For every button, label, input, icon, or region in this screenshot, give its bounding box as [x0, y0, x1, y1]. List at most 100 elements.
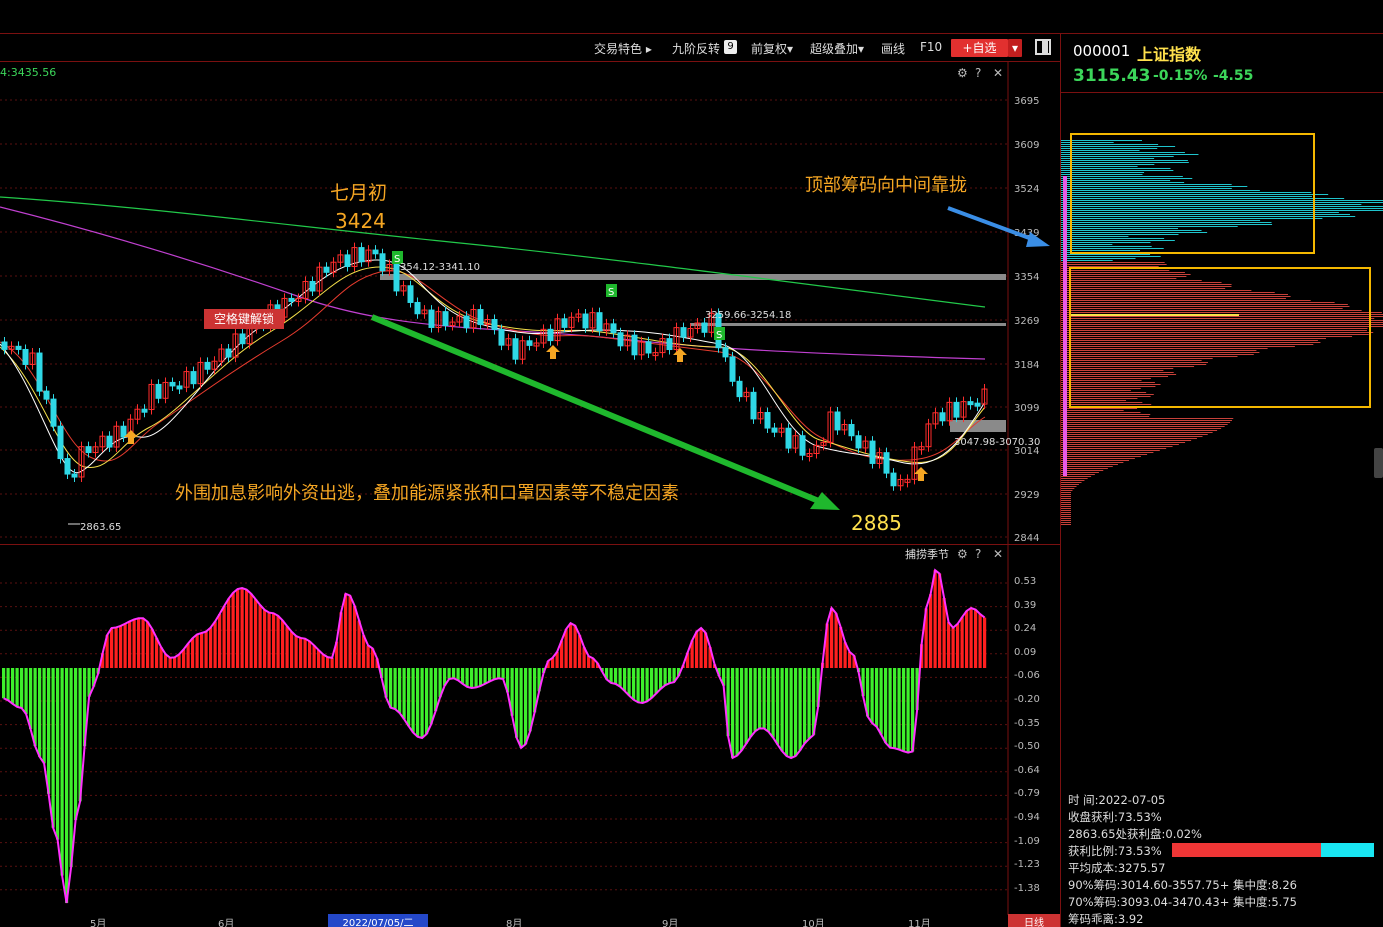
buy-signal-icon [546, 345, 560, 359]
chip-bar [1061, 302, 1335, 303]
chip-bar [1061, 300, 1311, 301]
trade-feature-menu[interactable]: 交易特色 ▸ [594, 40, 652, 57]
chip-bar [1061, 394, 1154, 395]
indicator-tick: -0.64 [1014, 764, 1040, 776]
panel-scroll-handle[interactable] [1374, 448, 1383, 478]
candle [869, 440, 876, 464]
draw-line-button[interactable]: 画线 [881, 40, 905, 57]
add-watchlist-button[interactable]: +自选 [951, 39, 1008, 57]
chip-bar [1061, 466, 1113, 467]
chip-bar [1061, 238, 1165, 239]
chip-bar [1061, 404, 1152, 405]
indicator-bar [411, 668, 415, 733]
indicator-bar [636, 668, 640, 703]
candle [323, 266, 330, 273]
chip-bar [1061, 402, 1143, 403]
price-axis-ticks: 3695 3609 3524 3439 3354 3269 3184 3099 … [1014, 96, 1039, 544]
last-price: 3115.43 [1073, 66, 1151, 86]
candle [645, 341, 652, 354]
price-tick: 3269 [1014, 316, 1039, 327]
chip-bar [1061, 336, 1353, 337]
help-icon: ? [975, 66, 981, 80]
range-label: 3259.66-3254.18 [705, 310, 791, 321]
indicator-bar [137, 618, 141, 668]
indicator-bar [951, 627, 955, 668]
indicator-chart[interactable]: ⚙ ? ✕ 捕捞季节 0.53 0.39 0.24 0.09 -0.06 -0.20 -0.… [0, 544, 1060, 915]
overlay-menu[interactable]: 超级叠加▾ [810, 40, 864, 57]
indicator-bar [695, 631, 699, 668]
indicator-bar [632, 668, 636, 700]
chip-bar [1061, 524, 1071, 525]
chip-bar [1061, 294, 1288, 295]
indicator-bar [488, 668, 492, 682]
f10-button[interactable]: F10 [920, 40, 942, 54]
chip-bar [1061, 286, 1232, 287]
chip-bar [1061, 382, 1155, 383]
chip-distribution-panel: 000001 上证指数 3115.43 -0.15% -4.55 时 间:202… [1060, 34, 1383, 927]
indicator-bar [776, 668, 780, 745]
indicator-bar [321, 654, 325, 668]
indicator-bar [281, 620, 285, 668]
chip-bar [1061, 334, 1369, 335]
indicator-bar [254, 599, 258, 668]
chip-bar [1061, 204, 1362, 205]
indicator-bar [699, 628, 703, 668]
info-deviation: 筹码乖离:3.92 [1068, 912, 1144, 926]
indicator-bar [483, 668, 487, 684]
layout-toggle-icon[interactable] [1035, 39, 1051, 55]
indicator-bar [168, 657, 172, 668]
candle [85, 446, 92, 454]
chip-bar [1061, 452, 1154, 453]
indicator-bar [798, 668, 802, 751]
unlock-button[interactable]: 空格键解锁 [204, 309, 284, 329]
indicator-bar [830, 608, 834, 668]
chip-bar [1061, 218, 1323, 219]
indicator-tick: -0.50 [1014, 741, 1040, 753]
indicator-bar [767, 668, 771, 732]
indicator-line [3, 568, 986, 904]
indicator-tick: 0.39 [1014, 599, 1037, 611]
indicator-bar [794, 668, 798, 757]
indicator-bar [263, 609, 267, 668]
month-label: 8月 [506, 919, 523, 927]
nine-reversal-toggle[interactable]: 九阶反转 [672, 40, 720, 57]
indicator-bar [474, 668, 478, 688]
candle [50, 398, 57, 427]
panel-divider [1061, 92, 1383, 93]
chip-bar [1061, 340, 1318, 341]
candle [155, 383, 162, 399]
chip-bar [1061, 494, 1071, 495]
kline-chart[interactable]: 3695 3609 3524 3439 3354 3269 3184 3099 … [0, 62, 1060, 544]
chart-toolbar: 交易特色 ▸ 九阶反转 9 前复权▾ 超级叠加▾ 画线 F10 +自选 ▾ [0, 34, 1060, 62]
candle [834, 411, 841, 431]
candle [15, 345, 22, 350]
period-button[interactable]: 日线 [1008, 914, 1060, 927]
chip-bar [1061, 208, 1383, 209]
chip-bar [1061, 370, 1164, 371]
candle [512, 338, 519, 360]
chip-bar [1061, 176, 1183, 177]
indicator-bar [645, 668, 649, 702]
indicator-tick: -0.94 [1014, 812, 1040, 823]
indicator-bar [803, 668, 807, 744]
chip-bar [1061, 448, 1167, 449]
chip-bar [1061, 500, 1071, 501]
ma-green-line [0, 196, 986, 308]
chip-bar [1061, 226, 1238, 227]
indicator-bar [470, 668, 474, 688]
chip-bar [1061, 270, 1170, 271]
chevron-down-icon[interactable]: ▾ [1008, 39, 1022, 57]
chip-bar [1061, 168, 1171, 169]
chip-bar [1061, 488, 1075, 489]
month-label: 9月 [662, 919, 679, 927]
top-bar [0, 0, 1383, 34]
adjust-menu[interactable]: 前复权▾ [751, 40, 793, 57]
chip-bar [1061, 342, 1321, 343]
indicator-bar [569, 623, 573, 668]
candle [967, 401, 974, 406]
candle [120, 425, 127, 438]
indicator-bar [119, 625, 123, 668]
indicator-bar [618, 668, 622, 687]
indicator-bar [353, 605, 357, 668]
candle [582, 313, 589, 329]
